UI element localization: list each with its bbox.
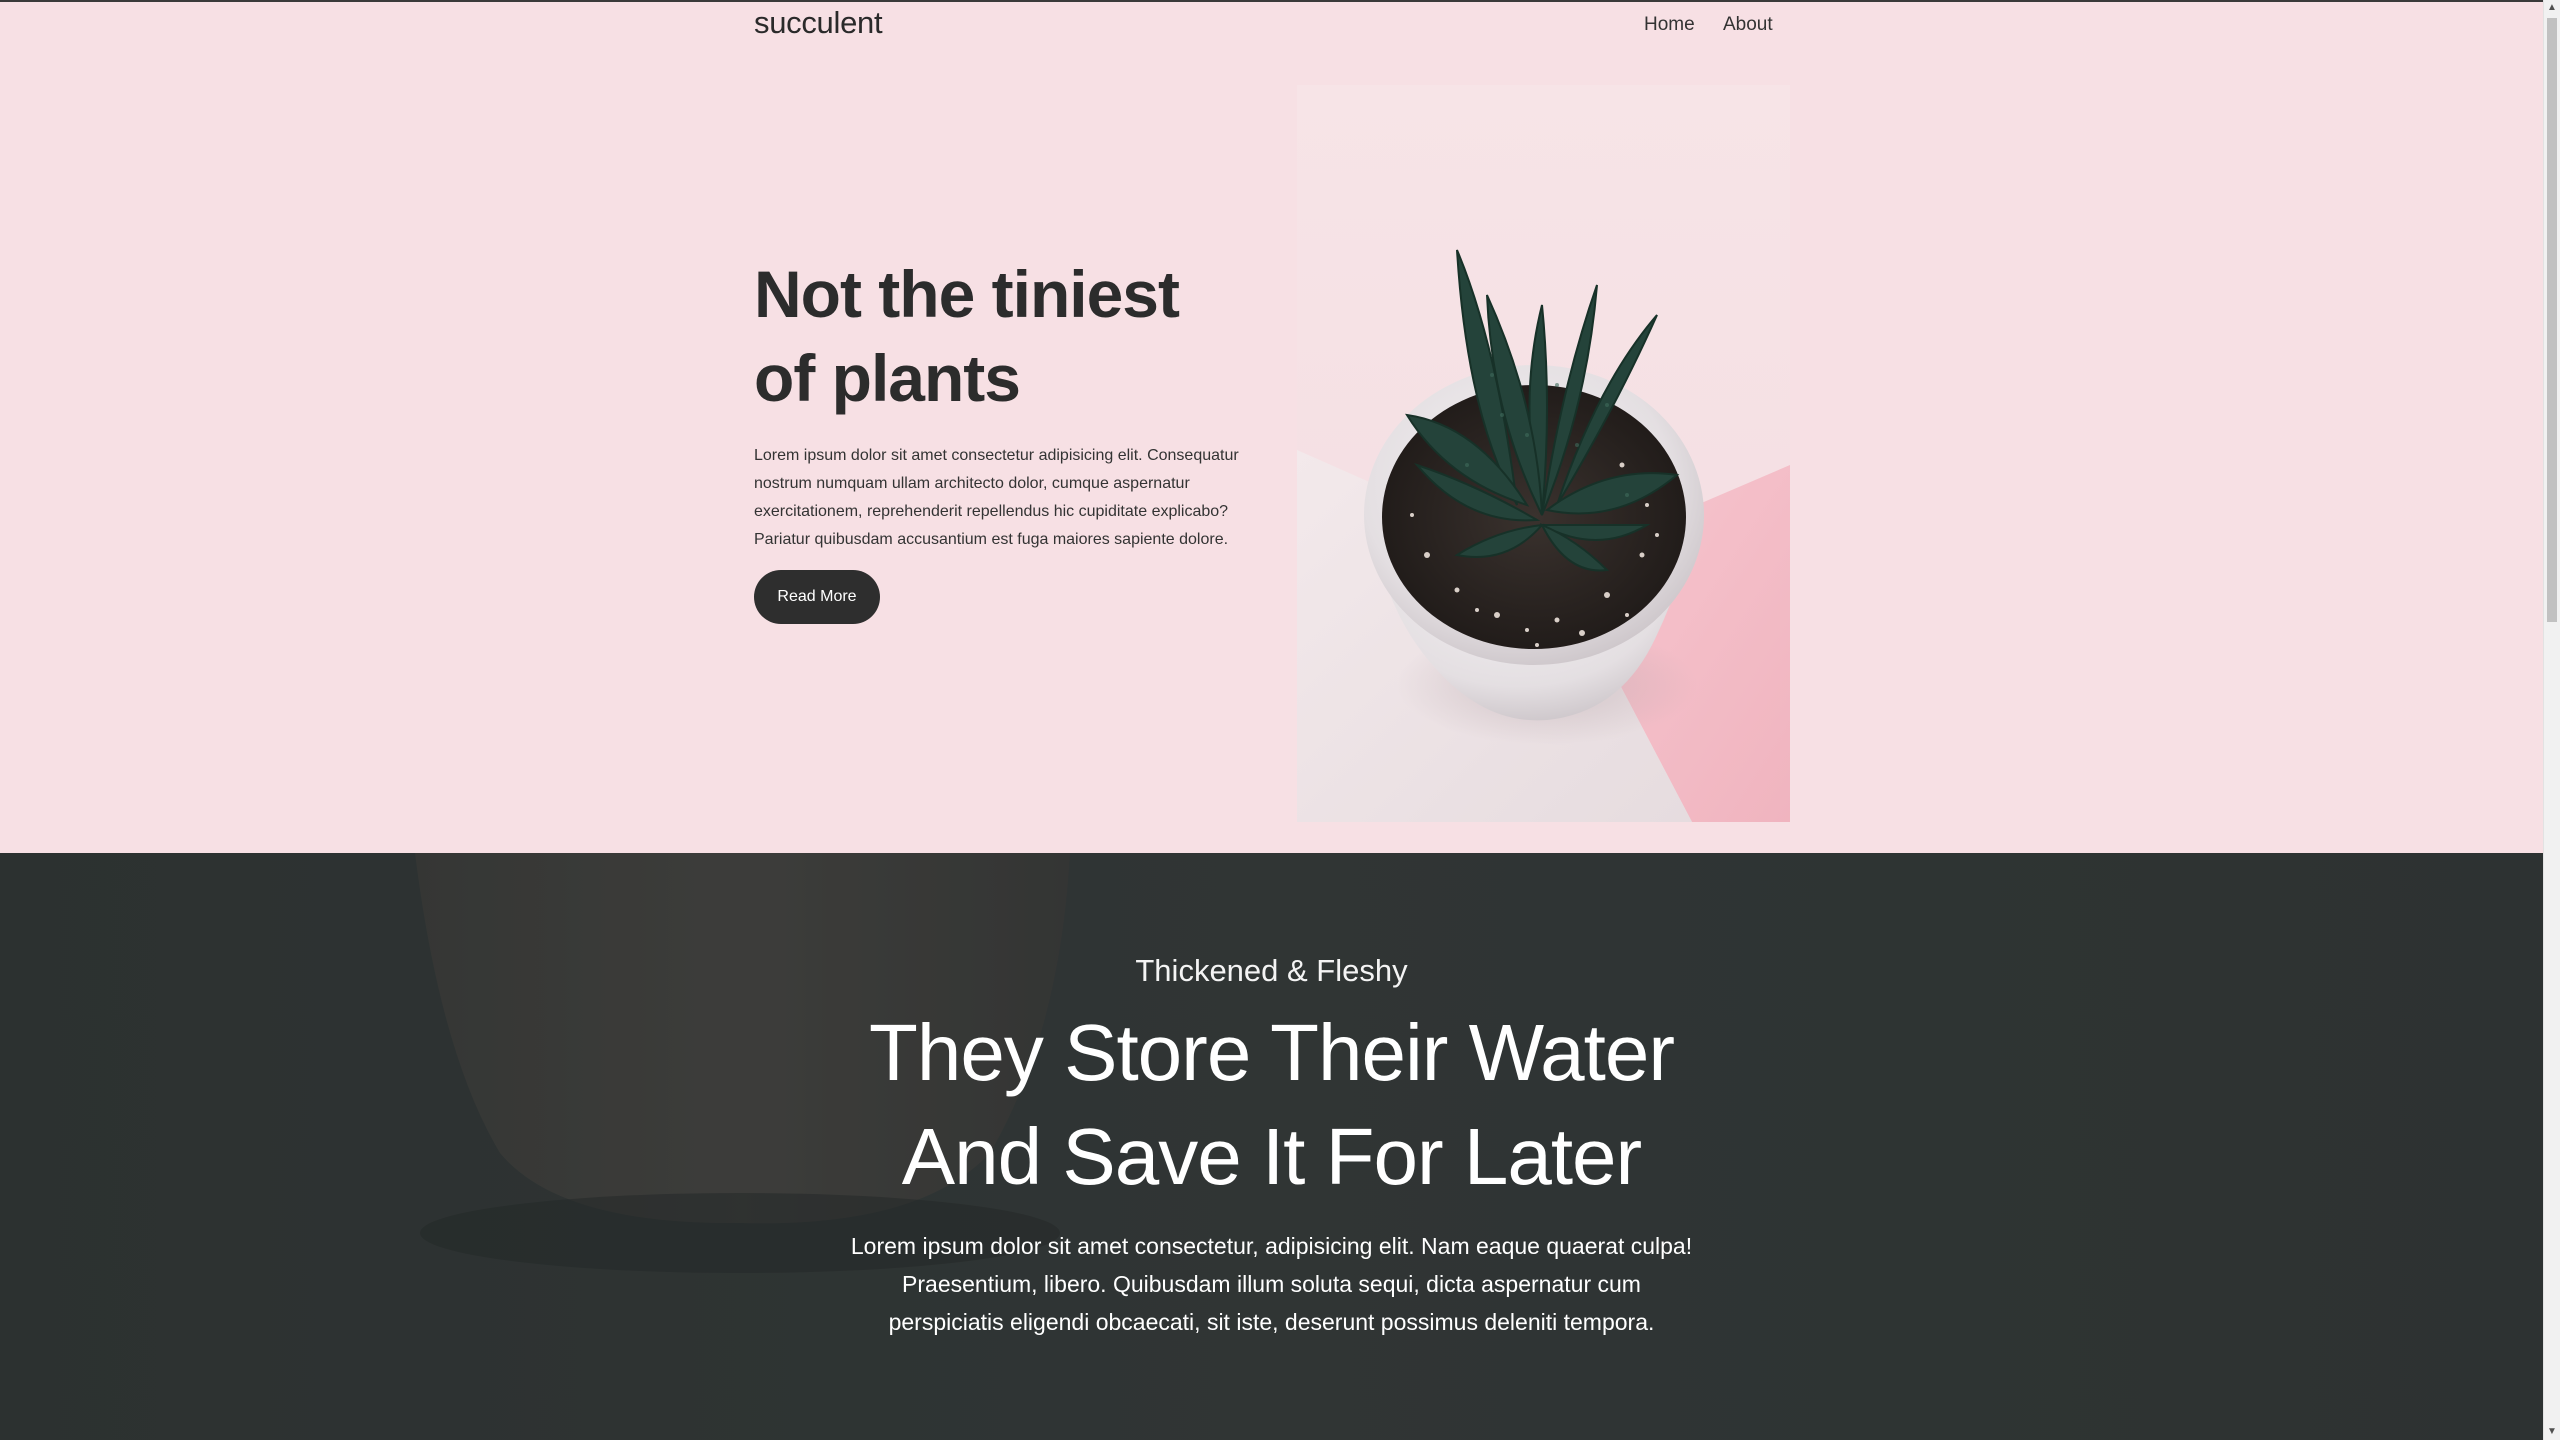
navbar: succulent Home About	[754, 2, 1774, 52]
hero-title: Not the tiniest of plants	[754, 257, 1180, 415]
potted-succulent-image	[1297, 85, 1790, 822]
feature-body: Lorem ipsum dolor sit amet consectetur, …	[850, 1233, 1693, 1335]
hero-text-block: Not the tiniest of plants Lorem ipsum do…	[754, 252, 1254, 624]
page-viewport: succulent Home About Not the tiniest of …	[0, 0, 2543, 1440]
hero-section: succulent Home About Not the tiniest of …	[0, 2, 2543, 853]
feature-section: Thickened & Fleshy They Store Their Wate…	[0, 853, 2543, 1440]
brand-logo[interactable]: succulent	[754, 5, 883, 41]
hero-body: Lorem ipsum dolor sit amet consectetur a…	[754, 447, 1239, 548]
scroll-up-arrow-icon[interactable]: ▲	[2544, 0, 2560, 16]
nav-link-about[interactable]: About	[1723, 14, 1773, 36]
feature-content: Thickened & Fleshy They Store Their Wate…	[0, 853, 2543, 1341]
feature-kicker: Thickened & Fleshy	[1135, 953, 1408, 988]
vertical-scrollbar[interactable]: ▲ ▼	[2543, 0, 2560, 1440]
scroll-down-arrow-icon[interactable]: ▼	[2544, 1424, 2560, 1440]
nav-link-home[interactable]: Home	[1644, 14, 1695, 36]
scrollbar-thumb[interactable]	[2547, 18, 2557, 622]
feature-title: They Store Their Water And Save It For L…	[869, 1008, 1675, 1201]
read-more-button[interactable]: Read More	[754, 570, 880, 624]
